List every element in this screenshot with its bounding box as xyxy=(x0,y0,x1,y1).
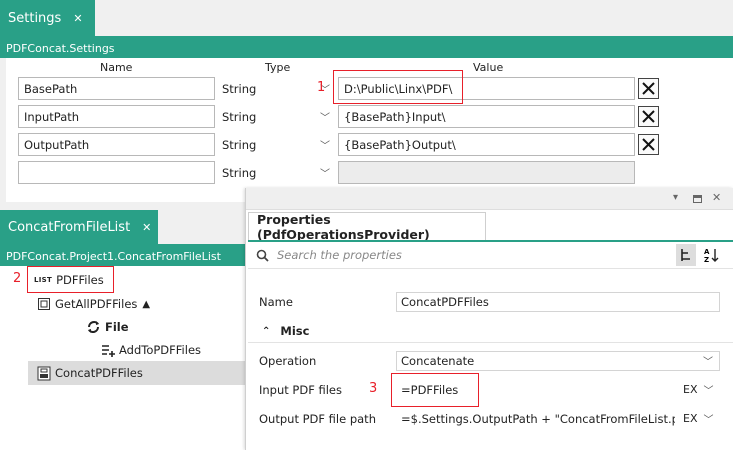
chevron-down-icon: ﹀ xyxy=(703,415,714,426)
collapse-icon: ⌃ xyxy=(262,325,271,337)
svg-text:A: A xyxy=(704,248,710,256)
close-icon xyxy=(642,82,655,95)
expression-label: EX xyxy=(683,412,698,425)
prop-label-name: Name xyxy=(259,295,293,309)
tree-item-getallpdffiles[interactable]: GetAllPDFFiles ▲ xyxy=(37,295,150,313)
dropdown-icon[interactable]: ▾ xyxy=(673,192,678,203)
tree-item-loop[interactable]: File xyxy=(86,318,129,336)
tree-item-label: AddToPDFFiles xyxy=(119,343,202,357)
tab-settings[interactable]: Settings ✕ xyxy=(0,0,95,36)
operation-value: Concatenate xyxy=(401,354,475,368)
annotation-marker-2: 2 xyxy=(13,271,22,286)
tree-view-icon xyxy=(681,249,690,261)
tree-item-concatpdffiles[interactable]: ConcatPDFFiles xyxy=(37,364,143,382)
setting-type-value: String xyxy=(222,137,257,152)
loop-icon xyxy=(86,320,101,334)
tree-item-label: ConcatPDFFiles xyxy=(55,366,143,380)
file-list-icon xyxy=(37,297,51,311)
expand-arrow-icon[interactable]: ▲ xyxy=(142,299,150,310)
output-path-value: =$.Settings.OutputPath + "ConcatFromFile… xyxy=(401,412,676,426)
prop-label-operation: Operation xyxy=(259,354,317,368)
setting-type-value: String xyxy=(222,109,257,124)
chevron-down-icon: ﹀ xyxy=(320,113,330,124)
expression-toggle[interactable]: EX ﹀ xyxy=(683,382,714,397)
setting-type-value: String xyxy=(222,165,257,180)
annotation-marker-1: 1 xyxy=(317,80,326,95)
settings-section-title: PDFConcat.Settings xyxy=(0,38,733,58)
chevron-down-icon: ﹀ xyxy=(320,141,330,152)
setting-name-field[interactable]: InputPath xyxy=(18,105,215,128)
prop-label-output-path: Output PDF file path xyxy=(259,412,376,426)
search-input[interactable]: Search the properties xyxy=(277,248,402,262)
tree-item-label: GetAllPDFFiles xyxy=(55,297,138,311)
annotation-marker-3: 3 xyxy=(369,381,378,396)
setting-type-value: String xyxy=(222,81,257,96)
add-to-list-icon xyxy=(101,343,115,357)
search-bar[interactable]: Search the properties xyxy=(252,244,670,266)
delete-row-button[interactable] xyxy=(638,134,659,155)
close-icon[interactable]: ✕ xyxy=(142,221,151,234)
tab-concat-from-file-list[interactable]: ConcatFromFileList ✕ xyxy=(0,210,158,244)
tree-item-label: File xyxy=(105,320,129,334)
column-header-type: Type xyxy=(265,61,291,74)
search-icon xyxy=(256,249,269,262)
column-header-value: Value xyxy=(473,61,504,74)
setting-value-field xyxy=(338,161,635,184)
output-path-field[interactable]: =$.Settings.OutputPath + "ConcatFromFile… xyxy=(396,409,676,429)
tab-concat-label: ConcatFromFileList xyxy=(8,219,131,235)
divider xyxy=(248,268,733,269)
close-icon[interactable]: ✕ xyxy=(73,12,82,25)
pdf-icon xyxy=(37,366,51,381)
setting-type-select[interactable]: String ﹀ xyxy=(218,134,334,155)
close-icon xyxy=(642,138,655,151)
divider xyxy=(248,342,733,343)
setting-type-select[interactable]: String ﹀ xyxy=(218,106,334,127)
expression-label: EX xyxy=(683,383,698,396)
chevron-down-icon: ﹀ xyxy=(320,169,330,180)
prop-label-input-files: Input PDF files xyxy=(259,383,342,397)
tree-item-addtopdffiles[interactable]: AddToPDFFiles xyxy=(101,341,201,359)
properties-window-titlebar xyxy=(246,188,733,210)
svg-text:Z: Z xyxy=(704,256,709,263)
close-icon xyxy=(642,110,655,123)
highlight-box-input-files xyxy=(391,373,479,407)
setting-name-field[interactable]: BasePath xyxy=(18,77,215,100)
setting-value-field[interactable]: {BasePath}Input\ xyxy=(338,105,635,128)
sort-alphabetical-button[interactable]: AZ xyxy=(700,244,722,266)
process-path: PDFConcat.Project1.ConcatFromFileList xyxy=(0,246,250,266)
categorized-view-button[interactable] xyxy=(676,244,696,266)
column-header-name: Name xyxy=(100,61,133,74)
sort-az-icon: AZ xyxy=(704,248,719,263)
expression-toggle[interactable]: EX ﹀ xyxy=(683,411,714,426)
delete-row-button[interactable] xyxy=(638,106,659,127)
properties-title-underline xyxy=(248,240,733,242)
chevron-down-icon: ﹀ xyxy=(703,357,713,368)
tab-settings-label: Settings xyxy=(8,10,62,26)
chevron-down-icon: ﹀ xyxy=(703,386,714,397)
maximize-icon[interactable] xyxy=(693,195,702,203)
delete-row-button[interactable] xyxy=(638,78,659,99)
misc-section-header[interactable]: ⌃ Misc xyxy=(248,321,733,341)
highlight-box-basepath xyxy=(333,70,463,104)
setting-value-field[interactable]: {BasePath}Output\ xyxy=(338,133,635,156)
close-icon[interactable]: ✕ xyxy=(712,191,721,204)
properties-title: Properties (PdfOperationsProvider) xyxy=(248,212,486,242)
highlight-box-pdffiles xyxy=(27,266,114,293)
name-field[interactable]: ConcatPDFFiles xyxy=(396,292,720,312)
operation-select[interactable]: Concatenate ﹀ xyxy=(396,351,720,371)
setting-type-select[interactable]: String ﹀ xyxy=(218,162,334,183)
setting-name-field[interactable] xyxy=(18,161,215,184)
setting-name-field[interactable]: OutputPath xyxy=(18,133,215,156)
misc-section-label: Misc xyxy=(280,324,310,338)
